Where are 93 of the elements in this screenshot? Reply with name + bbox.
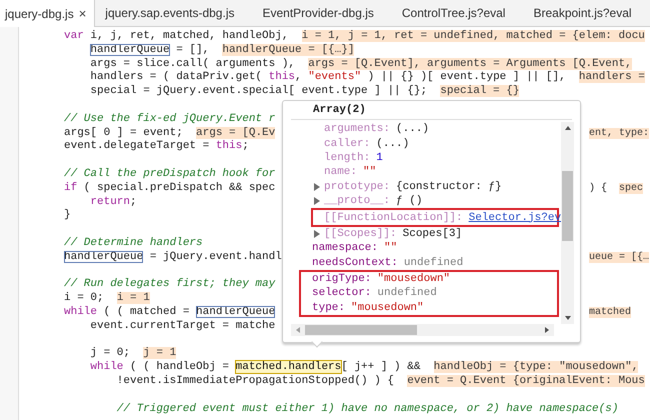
code-text: !event.isImmediatePropagationStopped() ) { bbox=[116, 374, 396, 387]
file-tab[interactable]: jquery.sap.events-dbg.js bbox=[95, 0, 252, 26]
code-comment: // Use the fix-ed jQuery.Event r bbox=[64, 112, 276, 125]
inline-value: i = 1 bbox=[116, 292, 150, 304]
file-tab[interactable]: EventProvider-dbg.js bbox=[252, 0, 392, 26]
code-text: args = slice.call( arguments ), bbox=[90, 58, 296, 70]
property-key: name: bbox=[324, 166, 358, 178]
inline-value: event = Q.Event {originalEvent: Mous bbox=[407, 374, 645, 387]
code-keyword: var bbox=[64, 30, 84, 42]
code-keyword: while bbox=[90, 361, 124, 374]
inline-value: args = [Q.Event], arguments = Arguments [Q.Event, bbox=[308, 58, 632, 70]
code-text: args[ 0 ] = event; bbox=[64, 126, 184, 139]
property-key: origType: bbox=[312, 273, 372, 286]
code-text: ) { bbox=[589, 182, 608, 194]
inline-value: special = {} bbox=[440, 85, 520, 98]
inline-value: handlerQueue = [{…}] bbox=[222, 44, 354, 56]
close-icon[interactable]: × bbox=[78, 6, 86, 21]
property-value: (...) bbox=[376, 138, 410, 150]
code-text: handlers = ( dataPriv.get( bbox=[90, 71, 264, 84]
file-tab[interactable]: jquery-dbg.js × bbox=[0, 0, 96, 27]
scroll-up-icon[interactable] bbox=[564, 125, 570, 131]
code-comment: // Call the preDispatch hook for bbox=[64, 168, 276, 180]
property-value: ƒ () bbox=[396, 195, 422, 208]
code-text: ( ( matched = bbox=[102, 306, 190, 318]
inline-value: ent, type: bbox=[589, 128, 650, 139]
property-key: [[Scopes]]: bbox=[324, 228, 397, 240]
code-identifier: handlerQueue bbox=[90, 44, 170, 56]
expand-arrow-icon[interactable] bbox=[313, 230, 321, 238]
property-value: Scopes[3] bbox=[402, 228, 462, 240]
code-comment: // Determine handlers bbox=[64, 236, 203, 249]
code-text: ( special.preDispatch && spec bbox=[82, 182, 276, 194]
code-keyword: while bbox=[64, 306, 98, 318]
code-text: } bbox=[64, 209, 71, 222]
property-key: [[FunctionLocation]]: bbox=[324, 212, 463, 224]
property-key: length: bbox=[324, 152, 370, 164]
code-identifier: handlerQueue bbox=[64, 250, 144, 263]
file-tab[interactable]: ControlTree.js?eval bbox=[392, 0, 524, 26]
vertical-scrollbar[interactable] bbox=[561, 122, 574, 324]
scrollbar-thumb[interactable] bbox=[562, 171, 573, 241]
inline-value: j = 1 bbox=[143, 347, 176, 360]
property-key: prototype: bbox=[324, 180, 390, 193]
inline-value: handlers = bbox=[578, 71, 645, 84]
property-key: arguments: bbox=[324, 123, 390, 136]
property-value: "mousedown" bbox=[377, 273, 450, 286]
code-comment: // Run delegates first; they may bbox=[64, 278, 276, 290]
property-value: (...) bbox=[396, 123, 430, 136]
inline-value: args = [Q.Ev bbox=[196, 126, 276, 139]
code-text: event.currentTarget = matche bbox=[90, 320, 276, 332]
property-value: undefined bbox=[404, 256, 464, 269]
property-value: "mousedown" bbox=[351, 302, 424, 314]
inline-value: spec bbox=[619, 182, 644, 194]
horizontal-scrollbar[interactable] bbox=[291, 324, 554, 336]
code-text: special = jQuery.event.special[ event.type ] || {}; bbox=[90, 85, 428, 98]
scrollbar-thumb[interactable] bbox=[305, 325, 417, 335]
code-text: ) || {} )[ event.type ] || [], bbox=[366, 71, 567, 84]
property-key: needsContext: bbox=[312, 256, 398, 269]
inline-value: i = 1, j = 1, ret = undefined, matched = {elem: docu bbox=[302, 30, 645, 42]
property-value: "" bbox=[384, 242, 398, 254]
property-key: __proto__: bbox=[324, 195, 390, 208]
property-value: {constructor: ƒ} bbox=[396, 180, 502, 193]
property-value: undefined bbox=[377, 287, 437, 300]
popover-title: Array(2) bbox=[291, 101, 572, 120]
scroll-down-icon[interactable] bbox=[564, 315, 570, 321]
code-comment: // Triggered event must either 1) have no namespace, or 2) have namespace(s) bbox=[116, 402, 618, 415]
code-text: ; bbox=[242, 140, 249, 152]
code-keyword: this bbox=[216, 140, 242, 152]
property-value: "" bbox=[363, 166, 376, 178]
file-tab[interactable]: Breakpoint.js?eval bbox=[523, 0, 650, 26]
inline-value: handleObj = {type: "mousedown", bbox=[434, 361, 638, 374]
code-identifier: handlerQueue bbox=[196, 306, 276, 318]
scroll-right-icon[interactable] bbox=[544, 327, 550, 333]
code-text: = [], bbox=[175, 44, 210, 56]
hovered-expression: matched.handlers bbox=[234, 360, 342, 374]
code-text: ; bbox=[130, 196, 137, 208]
code-keyword: if bbox=[64, 182, 78, 194]
code-text: event.delegateTarget = bbox=[64, 140, 210, 152]
code-keyword: this bbox=[268, 71, 296, 84]
code-text: = jQuery.event.handl bbox=[148, 250, 282, 263]
code-text: ( ( handleObj = bbox=[129, 361, 230, 374]
property-key: selector: bbox=[312, 287, 372, 300]
code-keyword: return bbox=[90, 196, 130, 208]
property-value: 1 bbox=[376, 152, 383, 164]
inline-value: matched bbox=[589, 306, 632, 318]
property-key: caller: bbox=[324, 138, 370, 150]
code-text: i = 0; bbox=[64, 292, 105, 304]
inline-value: ueue = [{… bbox=[589, 252, 650, 263]
property-key: namespace: bbox=[312, 242, 378, 254]
code-text: , bbox=[295, 71, 303, 84]
property-key: type: bbox=[312, 302, 346, 314]
code-text: i, j, ret, matched, handleObj, bbox=[89, 30, 290, 42]
code-text: j = 0; bbox=[90, 347, 131, 360]
code-text: [ j++ ] ) && bbox=[341, 361, 422, 374]
code-string: "events" bbox=[308, 71, 362, 84]
